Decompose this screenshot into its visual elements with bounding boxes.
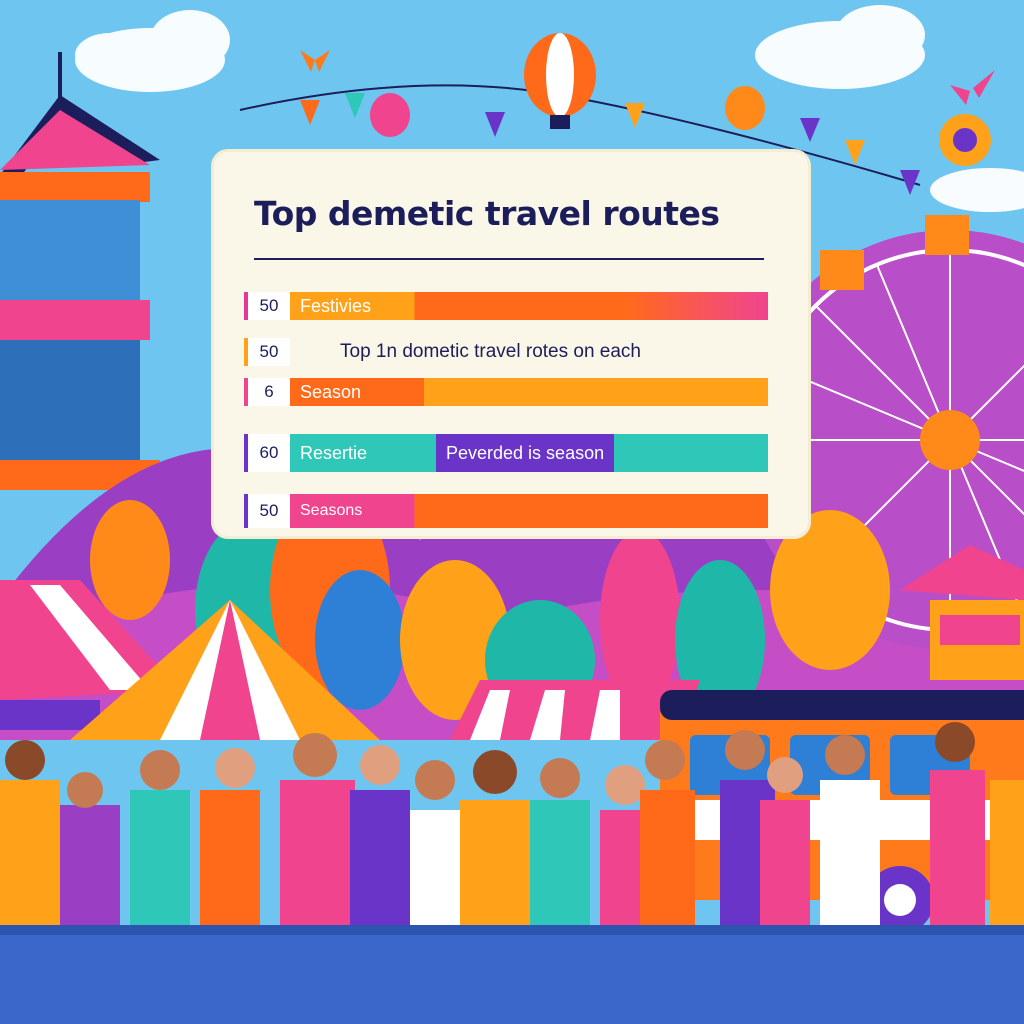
chart-row: 60 Resertie Peverded is season xyxy=(244,434,768,472)
bar-label: Seasons xyxy=(300,502,363,519)
bar-label: Resertie xyxy=(300,442,368,463)
chart-row: 50 Top 1n dometic travel rotes on each xyxy=(244,338,768,366)
row-value-tag: 50 xyxy=(244,292,290,320)
row-value-tag: 50 xyxy=(244,494,290,528)
row-text: Top 1n dometic travel rotes on each xyxy=(340,341,642,362)
season-chip: Peverded is season xyxy=(436,434,615,472)
bar-label: Festivies xyxy=(300,295,372,316)
row-value-tag: 60 xyxy=(244,434,290,472)
chart-row: 50 Seasons xyxy=(244,494,768,528)
row-value-tag: 6 xyxy=(244,378,290,406)
bar-season xyxy=(290,378,768,406)
ground xyxy=(0,930,1024,1024)
bar-label: Season xyxy=(300,381,362,402)
row-value-tag: 50 xyxy=(244,338,290,366)
title-divider xyxy=(254,258,764,260)
chart-row: 6 Season xyxy=(244,378,768,406)
chart-title: Top demetic travel routes xyxy=(254,194,720,233)
chart-card: Top demetic travel routes 50 Festivies 5… xyxy=(214,152,808,536)
chart-row: 50 Festivies xyxy=(244,292,768,320)
